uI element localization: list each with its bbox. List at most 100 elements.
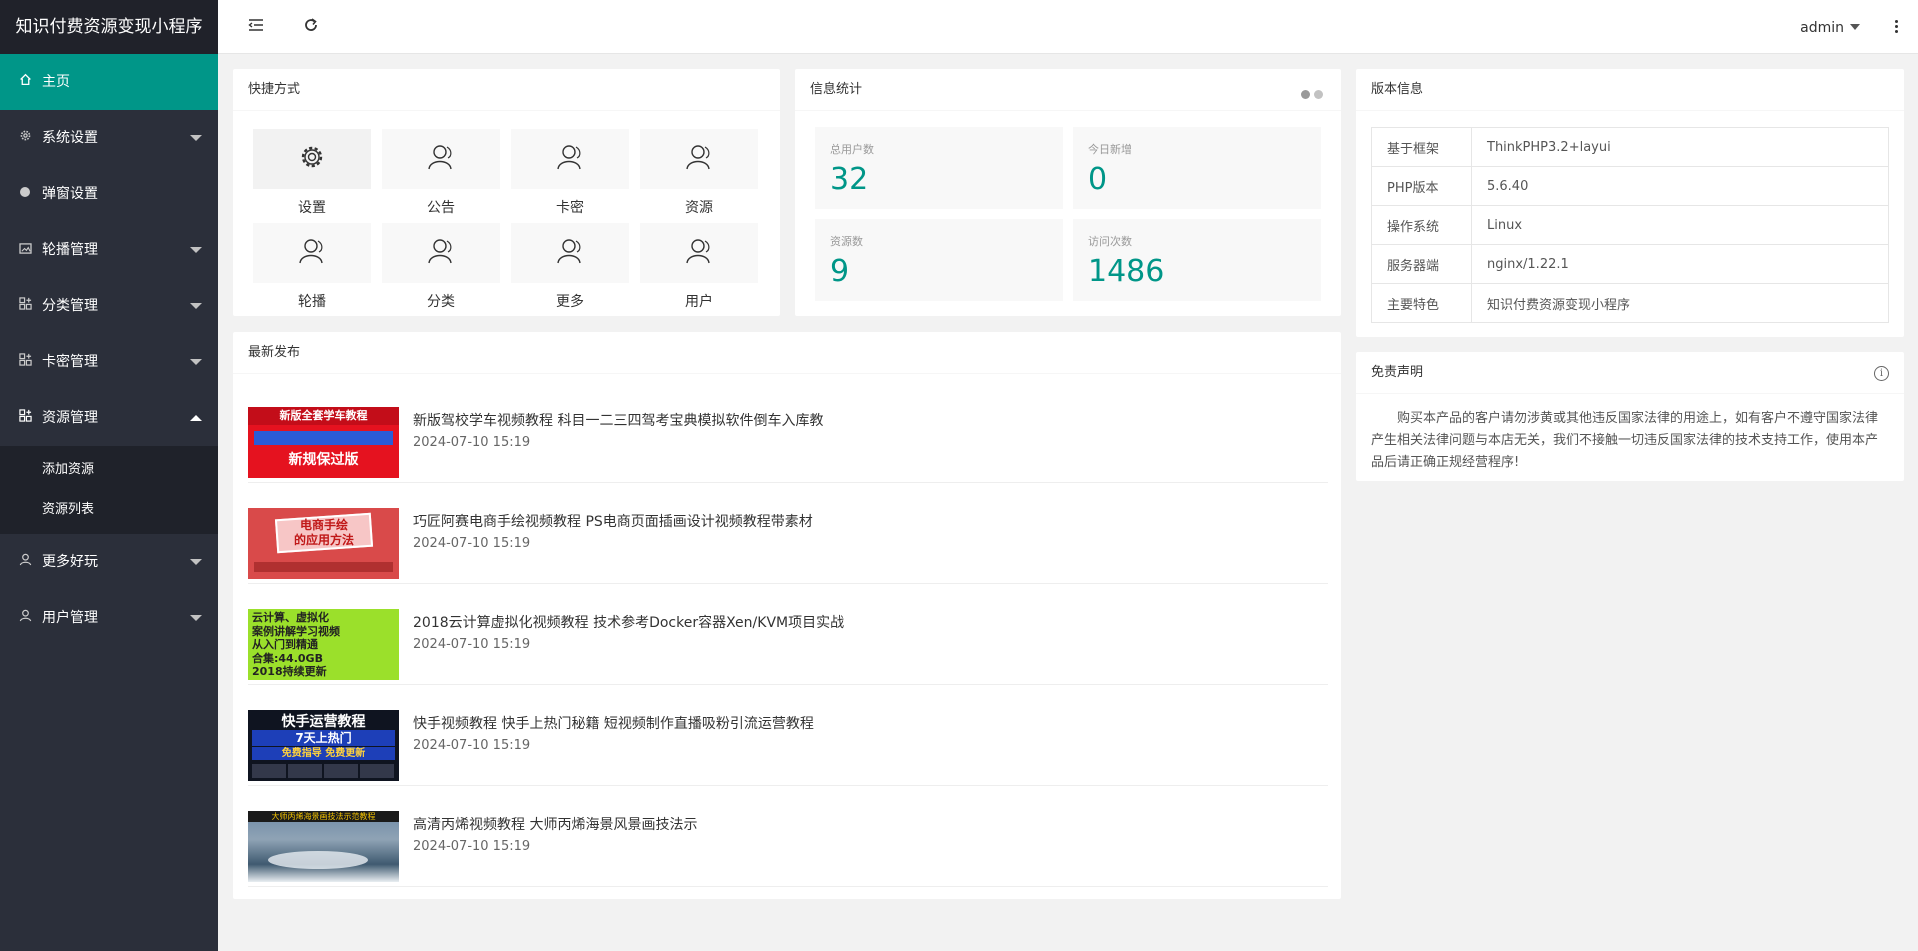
item-date: 2024-07-10 15:19: [413, 839, 531, 854]
info-icon[interactable]: i: [1874, 366, 1889, 381]
version-key: 基于框架: [1371, 127, 1472, 167]
sidebar-item-label: 更多好玩: [42, 554, 98, 570]
dot-icon: [17, 166, 33, 222]
shortcut-label: 卡密: [556, 200, 584, 216]
refresh-icon[interactable]: [301, 17, 321, 37]
shortcut-carousel[interactable]: 轮播: [253, 223, 371, 311]
stat-new-today: 今日新增 0: [1073, 127, 1321, 209]
chevron-down-icon: [190, 303, 202, 309]
thumbnail-text: 大师丙烯海景画技法示范教程: [248, 811, 399, 822]
top-header: admin: [218, 0, 1918, 54]
item-date: 2024-07-10 15:19: [413, 738, 531, 753]
shortcut-card-key[interactable]: 卡密: [511, 129, 629, 217]
thumbnail-text: 云计算、虚拟化 案例讲解学习视频 从入门到精通 合集:44.0GB 2018持续更新: [252, 611, 340, 678]
item-title[interactable]: 巧匠阿赛电商手绘视频教程 PS电商页面插画设计视频教程带素材: [413, 511, 813, 531]
item-title[interactable]: 高清丙烯视频教程 大师丙烯海景风景画技法示: [413, 814, 697, 834]
item-title[interactable]: 2018云计算虚拟化视频教程 技术参考Docker容器Xen/KVM项目实战: [413, 612, 844, 632]
user-icon: [555, 142, 585, 176]
table-row: 操作系统 Linux: [1371, 205, 1889, 245]
shortcut-settings[interactable]: 设置: [253, 129, 371, 217]
sidebar-item-category[interactable]: 分类管理: [0, 278, 218, 334]
sidebar-submenu-resource: 添加资源 资源列表: [0, 446, 218, 534]
sidebar-item-user-management[interactable]: 用户管理: [0, 590, 218, 646]
chevron-down-icon: [190, 615, 202, 621]
item-title[interactable]: 快手视频教程 快手上热门秘籍 短视频制作直播吸粉引流运营教程: [413, 713, 814, 733]
chevron-up-icon: [190, 415, 202, 421]
sidebar-item-card-key[interactable]: 卡密管理: [0, 334, 218, 390]
stat-resources: 资源数 9: [815, 219, 1063, 301]
sidebar-item-carousel[interactable]: 轮播管理: [0, 222, 218, 278]
user-icon: [555, 236, 585, 270]
stat-visits: 访问次数 1486: [1073, 219, 1321, 301]
stat-value: 9: [830, 254, 850, 289]
sidebar-subitem-add-resource[interactable]: 添加资源: [0, 450, 218, 490]
shortcut-users[interactable]: 用户: [640, 223, 758, 311]
version-table: 基于框架 ThinkPHP3.2+layui PHP版本 5.6.40 操作系统 Li…: [1371, 127, 1889, 323]
username: admin: [1800, 20, 1844, 36]
shortcut-label: 资源: [685, 200, 713, 216]
shortcut-more[interactable]: 更多: [511, 223, 629, 311]
version-value: ThinkPHP3.2+layui: [1471, 127, 1889, 167]
sidebar-item-popup-settings[interactable]: 弹窗设置: [0, 166, 218, 222]
sidebar-item-label: 弹窗设置: [42, 186, 98, 202]
sidebar-subitem-resource-list[interactable]: 资源列表: [0, 490, 218, 530]
sidebar-item-resource[interactable]: 资源管理: [0, 390, 218, 446]
shortcut-announcement[interactable]: 公告: [382, 129, 500, 217]
list-item[interactable]: 电商手绘 的应用方法 巧匠阿赛电商手绘视频教程 PS电商页面插画设计视频教程带素材…: [248, 483, 1328, 584]
stat-value: 32: [830, 162, 869, 197]
card-title: 快捷方式: [233, 69, 780, 111]
sidebar-item-home[interactable]: 主页: [0, 54, 218, 110]
version-key: 服务器端: [1371, 244, 1472, 284]
shortcut-category[interactable]: 分类: [382, 223, 500, 311]
version-key: 主要特色: [1371, 283, 1472, 323]
more-vertical-icon[interactable]: [1892, 18, 1900, 36]
user-menu[interactable]: admin: [1800, 0, 1860, 56]
stat-value: 1486: [1088, 254, 1165, 289]
thumbnail-text: 新版全套学车教程: [248, 407, 399, 425]
shortcut-label: 公告: [427, 200, 455, 216]
version-value: Linux: [1471, 205, 1889, 245]
stat-label: 总用户数: [830, 143, 874, 156]
sidebar-item-system-settings[interactable]: 系统设置: [0, 110, 218, 166]
version-card: 版本信息 基于框架 ThinkPHP3.2+layui PHP版本 5.6.40 操…: [1356, 69, 1904, 337]
list-item[interactable]: 新版全套学车教程 新规保过版 新版驾校学车视频教程 科目一二三四驾考宝典模拟软件…: [248, 382, 1328, 483]
apps-icon: [17, 390, 33, 446]
carousel-indicator[interactable]: [1297, 87, 1323, 103]
user-icon: [297, 236, 327, 270]
list-item[interactable]: 快手运营教程 7天上热门 免费指导 免费更新 快手视频教程 快手上热门秘籍 短视…: [248, 685, 1328, 786]
shortcut-resource[interactable]: 资源: [640, 129, 758, 217]
shortcut-label: 轮播: [298, 294, 326, 310]
shortcut-label: 更多: [556, 294, 584, 310]
list-item[interactable]: 大师丙烯海景画技法示范教程 高清丙烯视频教程 大师丙烯海景风景画技法示 2024…: [248, 786, 1328, 887]
item-title[interactable]: 新版驾校学车视频教程 科目一二三四驾考宝典模拟软件倒车入库教: [413, 410, 823, 430]
sidebar-item-label: 主页: [42, 74, 70, 90]
user-icon: [426, 142, 456, 176]
chevron-down-icon: [190, 559, 202, 565]
sidebar-item-more-fun[interactable]: 更多好玩: [0, 534, 218, 590]
card-title: 最新发布: [233, 332, 1341, 374]
shortcut-label: 分类: [427, 294, 455, 310]
item-date: 2024-07-10 15:19: [413, 536, 531, 551]
app-title: 知识付费资源变现小程序: [0, 0, 218, 54]
item-date: 2024-07-10 15:19: [413, 435, 531, 450]
sidebar: 主页 系统设置 弹窗设置 轮播管理 分类管理 卡密管理 资源管理 添加资源 资源…: [0, 54, 218, 951]
disclaimer-text: 购买本产品的客户请勿涉黄或其他违反国家法律的用途上，如有客户不遵守国家法律 产生…: [1371, 411, 1879, 470]
list-item[interactable]: 云计算、虚拟化 案例讲解学习视频 从入门到精通 合集:44.0GB 2018持续更新 2…: [248, 584, 1328, 685]
sidebar-item-label: 分类管理: [42, 298, 98, 314]
collapse-sidebar-icon[interactable]: [246, 17, 266, 37]
sidebar-item-label: 用户管理: [42, 610, 98, 626]
sidebar-item-label: 系统设置: [42, 130, 98, 146]
version-value: 知识付费资源变现小程序: [1471, 283, 1889, 323]
sidebar-item-label: 轮播管理: [42, 242, 98, 258]
image-icon: [17, 222, 33, 278]
user-icon: [426, 236, 456, 270]
table-row: 服务器端 nginx/1.22.1: [1371, 244, 1889, 284]
quick-shortcuts-card: 快捷方式 设置 公告 卡密 资源 轮播 分类 更多 用户: [233, 69, 780, 316]
card-title: 免责声明: [1356, 352, 1904, 394]
thumbnail-image: 快手运营教程 7天上热门 免费指导 免费更新: [248, 710, 399, 781]
thumbnail-text: 7天上热门: [252, 730, 395, 746]
stat-label: 今日新增: [1088, 143, 1132, 156]
user-icon: [684, 236, 714, 270]
version-value: nginx/1.22.1: [1471, 244, 1889, 284]
latest-list: 新版全套学车教程 新规保过版 新版驾校学车视频教程 科目一二三四驾考宝典模拟软件…: [248, 382, 1328, 887]
